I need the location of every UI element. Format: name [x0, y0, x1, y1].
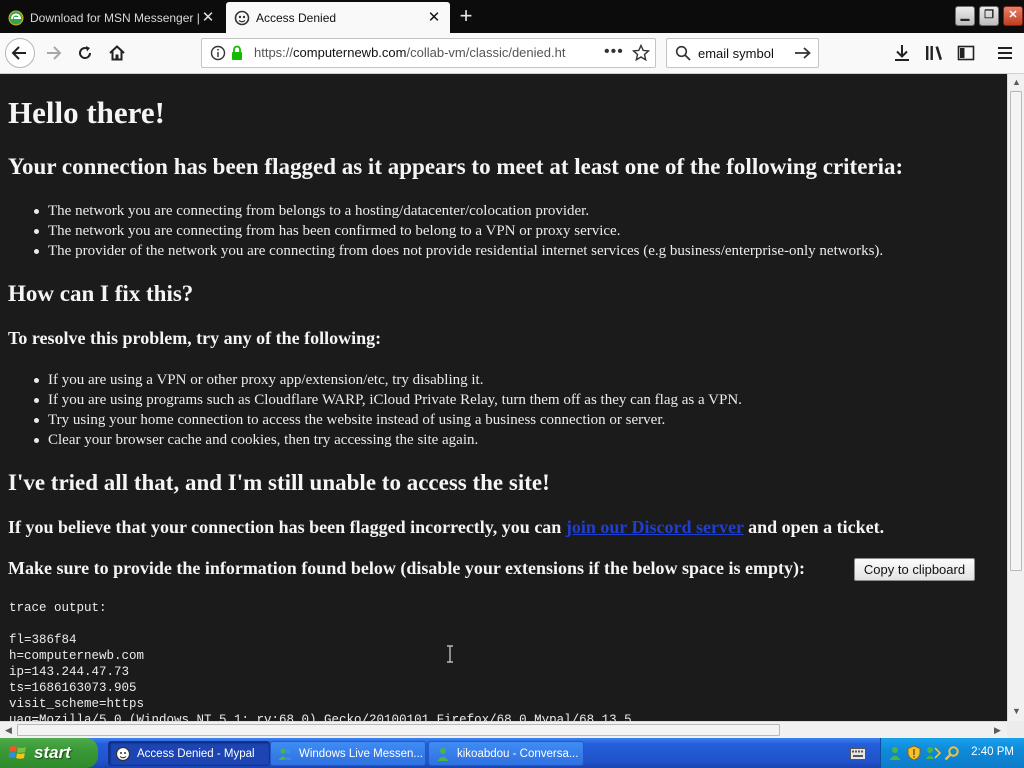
incorrect-suffix: and open a ticket.: [748, 517, 885, 537]
url-host: computernewb.com: [293, 45, 407, 60]
fix-heading: How can I fix this?: [8, 281, 194, 306]
list-item: Try using your home connection to access…: [34, 410, 742, 430]
horizontal-scroll-thumb[interactable]: [17, 724, 780, 736]
url-path: /collab-vm/classic/denied.ht: [406, 45, 566, 60]
forward-arrow-icon: [47, 46, 62, 60]
vertical-scroll-thumb[interactable]: [1010, 91, 1022, 571]
list-item: The provider of the network you are conn…: [33, 243, 884, 259]
criteria-heading: Your connection has been flagged as it a…: [8, 154, 904, 179]
edge-icon: [8, 10, 24, 26]
tab-title: Download for MSN Messenger | Es: [30, 10, 200, 25]
page-content: Hello there! Your connection has been fl…: [0, 74, 1007, 721]
tab-strip: Download for MSN Messenger | Es ✕ Access…: [0, 0, 1024, 33]
restore-window-button[interactable]: ❐: [979, 6, 999, 26]
search-bar[interactable]: email symbol: [666, 38, 819, 68]
incorrect-prefix: If you believe that your connection has …: [8, 517, 562, 537]
tab-msn-download[interactable]: Download for MSN Messenger | Es ✕: [0, 2, 224, 33]
copy-to-clipboard-button[interactable]: Copy to clipboard: [854, 558, 975, 581]
downloads-icon[interactable]: [892, 43, 912, 63]
network-tray-icon[interactable]: [925, 745, 941, 761]
text-cursor-icon: [447, 645, 453, 663]
info-icon[interactable]: [210, 45, 226, 66]
start-button[interactable]: start: [0, 738, 98, 768]
close-window-button[interactable]: ✕: [1003, 6, 1023, 26]
page-title: Hello there!: [8, 95, 165, 130]
scroll-left-arrow-icon[interactable]: ◀: [1, 723, 16, 738]
trace-line: ts=1686163073.905: [9, 681, 137, 695]
horizontal-scrollbar[interactable]: ◀ ▶: [0, 721, 1007, 738]
list-item: The network you are connecting from belo…: [33, 201, 883, 221]
messenger-tray-icon[interactable]: [887, 745, 903, 761]
search-input[interactable]: email symbol: [698, 46, 774, 61]
scroll-up-arrow-icon[interactable]: ▲: [1009, 75, 1024, 90]
url-text[interactable]: https://computernewb.com/collab-vm/class…: [254, 45, 572, 60]
taskbar-item-wlm[interactable]: Windows Live Messen...: [270, 741, 426, 766]
task-label: Access Denied - Mypal: [137, 747, 255, 760]
search-tray-icon[interactable]: [944, 745, 960, 761]
taskbar-clock[interactable]: 2:40 PM: [971, 746, 1014, 758]
keyboard-icon[interactable]: [850, 748, 866, 760]
discord-server-link[interactable]: join our Discord server: [566, 517, 744, 537]
tried-heading: I've tried all that, and I'm still unabl…: [8, 470, 550, 495]
trace-line: uag=Mozilla/5.0 (Windows NT 5.1; rv:68.0…: [9, 713, 632, 721]
trace-line: ip=143.244.47.73: [9, 665, 130, 679]
url-scheme: https://: [254, 45, 294, 60]
scrollbar-corner: [1007, 721, 1024, 738]
criteria-list: The network you are connecting from belo…: [33, 201, 884, 261]
library-icon[interactable]: [924, 43, 944, 63]
page-actions-menu-icon[interactable]: •••: [604, 43, 624, 61]
computernewb-icon: [234, 10, 250, 26]
computernewb-icon: [115, 746, 131, 762]
minimize-window-button[interactable]: ▁: [955, 6, 975, 26]
taskbar-item-mypal[interactable]: Access Denied - Mypal: [108, 741, 270, 766]
reload-icon: [79, 46, 92, 59]
fixes-list: If you are using a VPN or other proxy ap…: [34, 370, 742, 450]
close-tab-icon[interactable]: ✕: [200, 9, 216, 26]
start-label: start: [34, 743, 71, 762]
provide-info-text: Make sure to provide the information fou…: [8, 558, 806, 578]
resolve-heading: To resolve this problem, try any of the …: [8, 328, 382, 348]
tab-access-denied[interactable]: Access Denied ✕: [226, 2, 450, 33]
new-tab-icon[interactable]: +: [452, 4, 480, 30]
windows-taskbar: start Access Denied - Mypal Windows Live…: [0, 738, 1024, 768]
bookmark-star-icon[interactable]: [631, 43, 651, 67]
task-label: kikoabdou - Conversa...: [457, 747, 579, 760]
hamburger-menu-icon[interactable]: [995, 43, 1015, 63]
security-shield-icon[interactable]: [906, 745, 922, 761]
incorrect-flag-text: If you believe that your connection has …: [8, 517, 884, 538]
back-button[interactable]: [5, 38, 35, 68]
navigation-bar: https://computernewb.com/collab-vm/class…: [0, 33, 1024, 74]
search-go-arrow-icon[interactable]: [794, 45, 812, 66]
trace-line: visit_scheme=https: [9, 697, 145, 711]
back-arrow-icon: [11, 46, 26, 60]
home-icon: [109, 45, 125, 61]
system-tray: 2:40 PM: [880, 738, 1024, 768]
list-item: If you are using a VPN or other proxy ap…: [34, 370, 742, 390]
tab-title: Access Denied: [256, 10, 337, 25]
scroll-down-arrow-icon[interactable]: ▼: [1009, 704, 1024, 719]
trace-output: trace output: fl=386f84 h=computernewb.c…: [9, 600, 632, 721]
taskbar-item-conversation[interactable]: kikoabdou - Conversa...: [428, 741, 584, 766]
list-item: If you are using programs such as Cloudf…: [34, 392, 742, 408]
close-tab-icon[interactable]: ✕: [426, 9, 442, 26]
list-item: The network you are connecting from has …: [33, 221, 883, 241]
trace-line: trace output:: [9, 601, 107, 615]
lock-icon[interactable]: [230, 45, 244, 66]
list-item: Clear your browser cache and cookies, th…: [34, 430, 742, 450]
messenger-buddies-icon: [277, 746, 293, 762]
trace-line: [9, 616, 632, 632]
forward-button[interactable]: [38, 38, 68, 68]
messenger-buddy-icon: [435, 746, 451, 762]
task-label: Windows Live Messen...: [299, 747, 423, 760]
reload-button[interactable]: [70, 38, 100, 68]
windows-logo-icon: [8, 746, 26, 759]
vertical-scrollbar[interactable]: ▲ ▼: [1007, 74, 1024, 721]
trace-line: fl=386f84: [9, 633, 77, 647]
home-button[interactable]: [102, 38, 132, 68]
url-bar[interactable]: https://computernewb.com/collab-vm/class…: [201, 38, 656, 68]
trace-line: h=computernewb.com: [9, 649, 145, 663]
search-icon: [675, 45, 691, 66]
scroll-right-arrow-icon[interactable]: ▶: [990, 723, 1005, 738]
sidebar-icon[interactable]: [956, 43, 976, 63]
